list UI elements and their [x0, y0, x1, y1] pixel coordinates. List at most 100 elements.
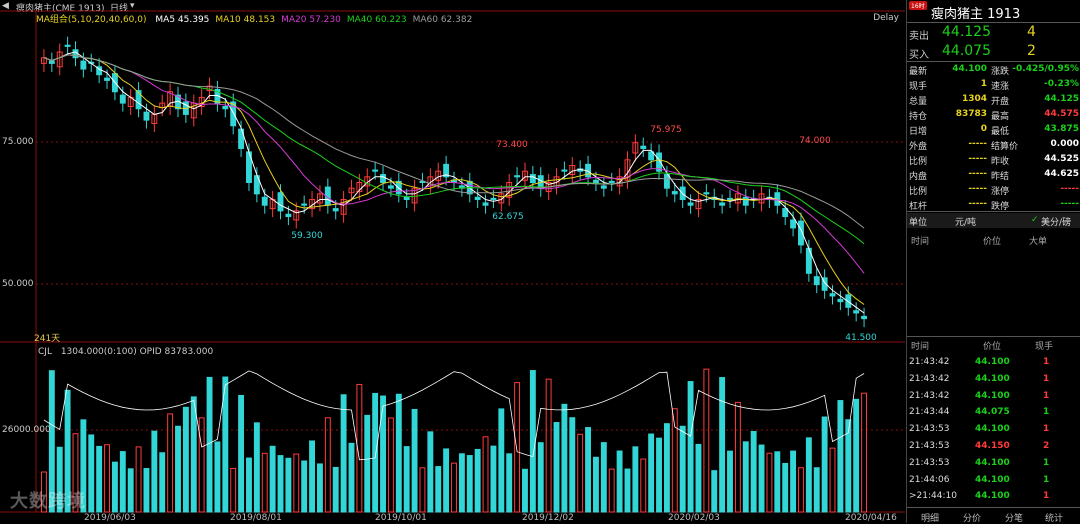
price-annotation: 59.300: [291, 231, 323, 241]
watermark-logo: 大数跨境: [10, 491, 86, 512]
volume-bar: [411, 408, 418, 513]
volume-bar: [608, 468, 615, 513]
volume-bar: [798, 467, 804, 513]
volume-bar: [190, 396, 197, 513]
volume-bar: [301, 460, 308, 513]
field-value: 44.625: [1044, 169, 1079, 179]
trade-row: 21:43:53 44.150 2: [907, 438, 1080, 454]
price-annotation: 74.000: [799, 136, 831, 146]
trade-time: 21:43:44: [909, 407, 950, 418]
volume-bar: [427, 431, 434, 513]
candle-body: [490, 197, 497, 201]
volume-bar: [324, 417, 331, 513]
candle-body: [222, 105, 229, 110]
volume-bar: [380, 395, 386, 513]
candle-body: [119, 94, 126, 104]
trade-row: >21:44:10 44.100 1: [907, 488, 1080, 504]
volume-bar: [648, 433, 655, 513]
panel-title: 16时 瘦肉猪主 1913: [907, 0, 1080, 22]
field-label: 速涨: [991, 82, 1010, 92]
trade-price: 44.100: [975, 491, 1010, 502]
volume-bar: [206, 376, 213, 513]
tab-stats[interactable]: 统计: [1045, 511, 1063, 524]
price-annotation: 75.975: [650, 125, 682, 135]
field-value: 0.000: [1050, 139, 1079, 149]
field-value: -----: [968, 169, 987, 179]
candle-body: [261, 196, 268, 206]
field-label: 比例: [909, 187, 928, 197]
trade-qty: 2: [1043, 441, 1050, 451]
volume-bar: [104, 444, 110, 513]
field-label: 内盘: [909, 172, 928, 182]
candle-body: [64, 44, 71, 47]
chart-area[interactable]: ◀ 瘦肉猪主(CME 1913) 日线 ▾ MA组合(5,10,20,40,60…: [0, 0, 905, 523]
volume-bar: [821, 416, 828, 513]
field-value: -0.425/0.95%: [1012, 64, 1079, 74]
trade-qty: 1: [1043, 474, 1050, 485]
volume-bar: [679, 425, 686, 513]
volume-bar: [829, 447, 836, 513]
field-label: 涨停: [991, 187, 1010, 197]
volume-bar: [159, 452, 166, 513]
volume-bar: [348, 442, 355, 513]
candle-body: [143, 111, 150, 121]
trade-qty: 1: [1043, 424, 1050, 435]
volume-bar: [837, 400, 844, 513]
quote-field-row: 日增 0 最低 43.875: [907, 122, 1080, 137]
volume-bar: [742, 441, 749, 513]
tab-price-distribution[interactable]: 分价: [963, 511, 981, 524]
y-axis-label-50: 50.000: [2, 279, 34, 289]
field-value: -----: [1060, 199, 1079, 209]
trade-time: 21:43:42: [909, 390, 950, 401]
volume-bar: [790, 450, 797, 513]
volume-bar: [246, 457, 252, 513]
quote-field-row: 内盘 ----- 昨结 44.625: [907, 167, 1080, 182]
tab-detail[interactable]: 明细: [921, 511, 939, 524]
ask-row[interactable]: 卖出 44.125 4: [907, 23, 1080, 42]
volume-bar: [253, 422, 260, 513]
cjl-label[interactable]: CJL: [38, 347, 52, 357]
moving-average-line: [43, 54, 865, 274]
trade-row: 21:43:42 44.100 1: [907, 371, 1080, 387]
moving-average-line: [43, 54, 865, 245]
bid-row[interactable]: 买入 44.075 2: [907, 42, 1080, 61]
check-icon[interactable]: ✓: [1031, 215, 1039, 225]
volume-bar: [758, 444, 765, 513]
volume-bar: [309, 440, 316, 513]
trade-price: 44.150: [975, 441, 1010, 451]
volume-bar: [111, 461, 118, 513]
tab-tick[interactable]: 分笔: [1005, 511, 1023, 524]
volume-bar: [340, 394, 347, 513]
trade-row: 21:43:53 44.100 1: [907, 455, 1080, 471]
volume-bar: [663, 423, 670, 513]
volume-bar: [151, 430, 158, 513]
volume-bar: [466, 455, 473, 513]
field-label: 比例: [909, 157, 928, 167]
field-label: 最高: [991, 112, 1010, 122]
bid-qty: 2: [1027, 43, 1036, 59]
trade-time: 21:43:42: [909, 373, 950, 384]
x-axis-label: 2019/06/03: [84, 513, 136, 523]
volume-bar: [687, 381, 694, 513]
unit-toggle[interactable]: 美分/磅: [1041, 215, 1071, 228]
field-label: 昨收: [991, 157, 1010, 167]
trade-price: 44.100: [975, 357, 1010, 367]
unit-value: 元/吨: [955, 218, 977, 228]
volume-bar: [766, 452, 773, 513]
x-axis-label: 2019/10/01: [375, 513, 427, 523]
volume-bar: [332, 466, 339, 513]
volume-bar: [545, 378, 552, 513]
volume-bar: [435, 466, 442, 513]
volume-bar: [451, 462, 457, 513]
volume-bar: [316, 463, 323, 513]
volume-bar: [616, 450, 623, 513]
volume-bar: [372, 392, 379, 513]
volume-bar: [387, 417, 394, 513]
candle-body: [380, 174, 386, 184]
trade-price: 44.100: [975, 373, 1010, 384]
volume-bar: [529, 370, 536, 513]
price-volume-chart[interactable]: 73.400 75.975 74.000 59.300 62.675 41.500: [0, 0, 905, 523]
trade-row: 21:43:53 44.100 1: [907, 421, 1080, 437]
candle-body: [387, 185, 394, 189]
volume-bar: [522, 468, 528, 513]
